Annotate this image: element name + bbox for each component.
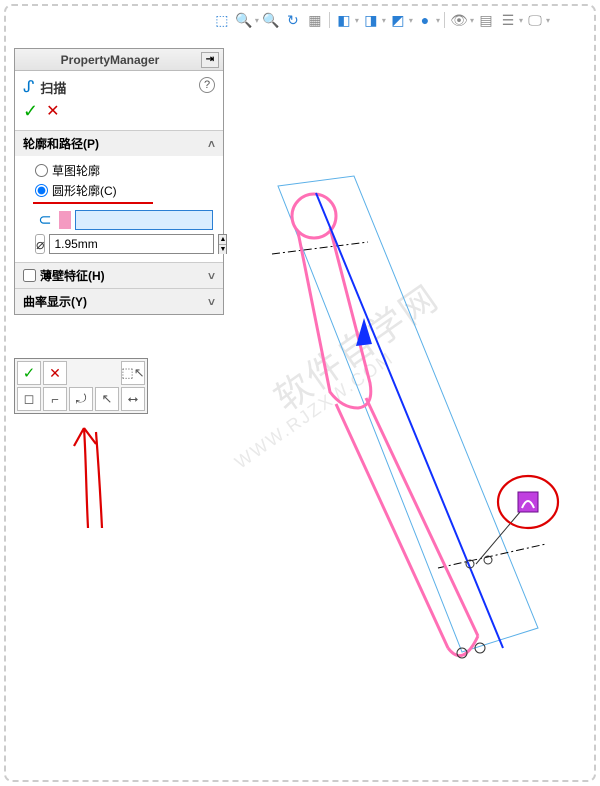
palette-icon[interactable]: ▤ bbox=[476, 10, 496, 30]
diameter-icon[interactable]: ⌀ bbox=[35, 234, 45, 254]
ctx-cancel-button[interactable]: ✕ bbox=[43, 361, 67, 385]
ctx-cursor-button[interactable]: ↖ bbox=[95, 387, 119, 411]
pm-header: PropertyManager ⇥ bbox=[15, 49, 223, 71]
view-cube-icon[interactable]: ◧ bbox=[334, 10, 354, 30]
context-toolbar: ✓ ✕ ⬚↖ ◻ ⌐ ⤾ ↖ ⭤ bbox=[14, 358, 148, 414]
separator bbox=[329, 12, 330, 28]
radio-sketch-input[interactable] bbox=[35, 164, 48, 177]
ctx-tangent-button[interactable]: ⤾ bbox=[69, 387, 93, 411]
cancel-button[interactable]: ✕ bbox=[46, 101, 59, 122]
ctx-select-button[interactable]: ⬚↖ bbox=[121, 361, 145, 385]
thin-check-label: 薄壁特征(H) bbox=[40, 267, 105, 284]
dropdown-caret[interactable]: ▾ bbox=[436, 16, 440, 25]
path-selection-box[interactable] bbox=[75, 210, 213, 230]
spin-down[interactable]: ▼ bbox=[219, 245, 226, 254]
dropdown-caret[interactable]: ▾ bbox=[355, 16, 359, 25]
help-icon[interactable]: ? bbox=[199, 77, 215, 93]
section-profile-path-header[interactable]: 轮廓和路径(P) ˄ bbox=[15, 130, 223, 156]
radio-circular-profile[interactable]: 圆形轮廓(C) bbox=[35, 182, 213, 199]
section-curvature-header[interactable]: 曲率显示(Y) ˅ bbox=[15, 288, 223, 314]
chevron-down-icon: ˅ bbox=[208, 295, 215, 309]
section-curvature-title: 曲率显示(Y) bbox=[23, 293, 87, 310]
chevron-up-icon: ˄ bbox=[208, 137, 215, 151]
pm-title: PropertyManager bbox=[19, 53, 201, 67]
view-cube3-icon[interactable]: ◩ bbox=[388, 10, 408, 30]
dropdown-caret[interactable]: ▾ bbox=[519, 16, 523, 25]
zoom-fit-icon[interactable]: ⬚ bbox=[212, 10, 232, 30]
thin-check-input[interactable] bbox=[23, 269, 36, 282]
thin-feature-checkbox[interactable]: 薄壁特征(H) bbox=[23, 267, 105, 284]
view-toolbar: ⬚ 🔍 ▾ 🔍 ↻ ▦ ◧ ▾ ◨ ▾ ◩ ▾ ● ▾ 👁 ▾ ▤ ☰ ▾ 🖵 … bbox=[212, 10, 550, 30]
dropdown-caret[interactable]: ▾ bbox=[255, 16, 259, 25]
eye-icon[interactable]: 👁 bbox=[449, 10, 469, 30]
pm-feature-row: ᔑ 扫描 ? bbox=[15, 71, 223, 101]
dropdown-caret[interactable]: ▾ bbox=[546, 16, 550, 25]
annotation-underline bbox=[33, 202, 153, 204]
feature-name: 扫描 bbox=[40, 78, 66, 97]
spin-up[interactable]: ▲ bbox=[219, 235, 226, 245]
chevron-down-icon: ˅ bbox=[208, 269, 215, 283]
selected-entity-swatch bbox=[59, 211, 71, 229]
dropdown-caret[interactable]: ▾ bbox=[382, 16, 386, 25]
radio-circular-input[interactable] bbox=[35, 184, 48, 197]
radio-sketch-label: 草图轮廓 bbox=[52, 162, 100, 179]
sweep-icon: ᔑ bbox=[23, 77, 34, 97]
diameter-spinner[interactable]: ▲ ▼ bbox=[218, 234, 227, 254]
ctx-ok-button[interactable]: ✓ bbox=[17, 361, 41, 385]
path-select-row: ⊂ bbox=[35, 210, 213, 230]
diameter-input[interactable] bbox=[49, 234, 214, 254]
radio-sketch-profile[interactable]: 草图轮廓 bbox=[35, 162, 213, 179]
ctx-line-button[interactable]: ⌐ bbox=[43, 387, 67, 411]
property-manager-panel: PropertyManager ⇥ ᔑ 扫描 ? ✓ ✕ 轮廓和路径(P) ˄ … bbox=[14, 48, 224, 315]
ok-button[interactable]: ✓ bbox=[23, 101, 38, 122]
section-title: 轮廓和路径(P) bbox=[23, 135, 99, 152]
view-cube2-icon[interactable]: ◨ bbox=[361, 10, 381, 30]
path-c-icon[interactable]: ⊂ bbox=[35, 210, 55, 230]
ctx-pointer-button[interactable]: ⭤ bbox=[121, 387, 145, 411]
magnify-icon[interactable]: 🔍 bbox=[261, 10, 281, 30]
dropdown-caret[interactable]: ▾ bbox=[470, 16, 474, 25]
ctx-box-button[interactable]: ◻ bbox=[17, 387, 41, 411]
diameter-row: ⌀ ▲ ▼ bbox=[35, 234, 213, 254]
pin-icon[interactable]: ⇥ bbox=[201, 52, 219, 68]
rotate-icon[interactable]: ↻ bbox=[283, 10, 303, 30]
section-icon[interactable]: ▦ bbox=[305, 10, 325, 30]
section-thin-header[interactable]: 薄壁特征(H) ˅ bbox=[15, 262, 223, 288]
radio-circular-label: 圆形轮廓(C) bbox=[52, 182, 117, 199]
layers-icon[interactable]: ☰ bbox=[498, 10, 518, 30]
pm-confirm-row: ✓ ✕ bbox=[15, 101, 223, 130]
separator bbox=[444, 12, 445, 28]
zoom-area-icon[interactable]: 🔍 bbox=[234, 10, 254, 30]
section-profile-path-body: 草图轮廓 圆形轮廓(C) ⊂ ⌀ ▲ ▼ bbox=[15, 156, 223, 262]
view-sphere-icon[interactable]: ● bbox=[415, 10, 435, 30]
dropdown-caret[interactable]: ▾ bbox=[409, 16, 413, 25]
monitor-icon[interactable]: 🖵 bbox=[525, 10, 545, 30]
